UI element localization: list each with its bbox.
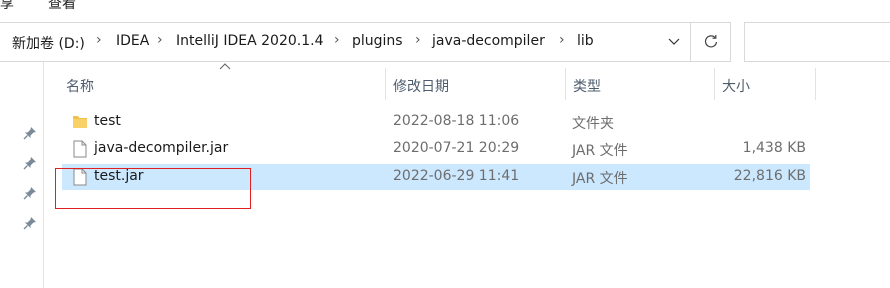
breadcrumb-separator-icon[interactable]: › — [415, 32, 421, 48]
column-header-type[interactable]: 类型 — [573, 76, 601, 96]
chevron-down-icon — [668, 38, 680, 45]
file-date: 2022-06-29 11:41 — [393, 168, 520, 184]
file-type: JAR 文件 — [572, 171, 628, 187]
ribbon-strip: 享 查看 — [0, 0, 890, 14]
navigation-pane — [0, 62, 44, 288]
folder-icon — [73, 116, 87, 128]
breadcrumb-separator-icon[interactable]: › — [96, 32, 102, 48]
breadcrumb-drive[interactable]: 新加卷 (D:) — [12, 33, 85, 53]
column-divider[interactable] — [565, 68, 566, 100]
pin-icon[interactable] — [23, 126, 37, 140]
address-bar[interactable]: 新加卷 (D:) › IDEA › IntelliJ IDEA 2020.1.4… — [0, 22, 691, 62]
sort-ascending-icon — [219, 63, 231, 70]
column-divider[interactable] — [385, 68, 386, 100]
pin-icon[interactable] — [23, 186, 37, 200]
breadcrumb-idea[interactable]: IDEA — [116, 33, 149, 49]
column-divider[interactable] — [815, 68, 816, 100]
file-size: 22,816 KB — [733, 168, 806, 184]
breadcrumb-separator-icon[interactable]: › — [334, 32, 340, 48]
column-header-size[interactable]: 大小 — [722, 76, 750, 96]
file-size: 1,438 KB — [742, 140, 806, 156]
breadcrumb-java-decompiler[interactable]: java-decompiler — [432, 33, 545, 49]
search-input[interactable] — [744, 22, 890, 62]
address-history-button[interactable] — [664, 31, 684, 53]
ribbon-tab-view[interactable]: 查看 — [48, 0, 76, 13]
breadcrumb-separator-icon[interactable]: › — [157, 32, 163, 48]
column-header-date[interactable]: 修改日期 — [393, 76, 449, 96]
file-name: test — [94, 113, 121, 129]
file-row-java-decompiler-jar[interactable]: java-decompiler.jar 2020-07-21 20:29 JAR… — [62, 136, 810, 162]
address-row: 新加卷 (D:) › IDEA › IntelliJ IDEA 2020.1.4… — [0, 22, 890, 62]
column-header-row: 名称 修改日期 类型 大小 — [44, 63, 890, 100]
file-date: 2022-08-18 11:06 — [393, 113, 520, 129]
annotation-highlight-box — [55, 168, 251, 209]
file-type: JAR 文件 — [572, 143, 628, 159]
column-header-name[interactable]: 名称 — [66, 76, 94, 96]
column-divider[interactable] — [714, 68, 715, 100]
breadcrumb-intellij[interactable]: IntelliJ IDEA 2020.1.4 — [176, 33, 323, 49]
breadcrumb-plugins[interactable]: plugins — [352, 33, 403, 49]
file-date: 2020-07-21 20:29 — [393, 140, 520, 156]
file-name: java-decompiler.jar — [94, 140, 229, 156]
pin-icon[interactable] — [23, 156, 37, 170]
ribbon-tab-share[interactable]: 享 — [0, 0, 14, 13]
refresh-icon — [704, 35, 717, 48]
breadcrumb-lib[interactable]: lib — [577, 33, 594, 49]
breadcrumb-separator-icon[interactable]: › — [559, 32, 565, 48]
file-row-test-folder[interactable]: test 2022-08-18 11:06 文件夹 — [62, 109, 810, 135]
file-type: 文件夹 — [572, 116, 614, 132]
pin-icon[interactable] — [23, 216, 37, 230]
file-icon — [73, 140, 87, 158]
refresh-button[interactable] — [691, 22, 731, 62]
